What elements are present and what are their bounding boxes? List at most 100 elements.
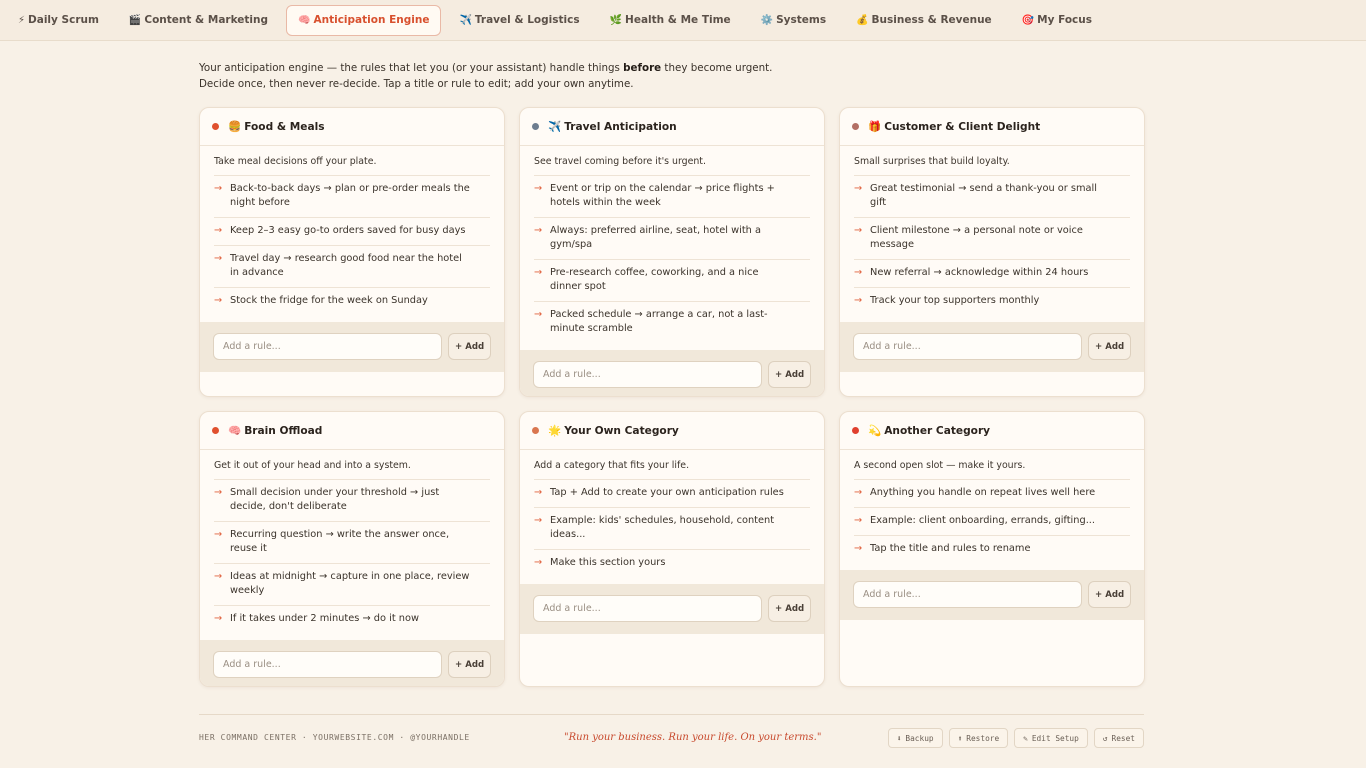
card-title[interactable]: 🎁 Customer & Client Delight (868, 120, 1040, 133)
rule-item[interactable]: → Ideas at midnight → capture in one plac… (214, 564, 490, 606)
arrow-right-icon: → (214, 487, 223, 498)
add-rule-input[interactable] (213, 651, 443, 678)
reset-button[interactable]: ↺ Reset (1093, 728, 1144, 748)
add-rule-input[interactable] (533, 361, 763, 388)
arrow-right-icon: → (214, 295, 223, 306)
rule-item[interactable]: → Track your top supporters monthly (854, 288, 1130, 315)
rule-item[interactable]: → If it takes under 2 minutes → do it now (214, 606, 490, 633)
rule-text: New referral → acknowledge within 24 hou… (870, 267, 1089, 278)
rule-text: If it takes under 2 minutes → do it now (230, 613, 420, 624)
tab-content-marketing[interactable]: 🎬 Content & Marketing (117, 5, 280, 36)
arrow-right-icon: → (214, 529, 223, 540)
rule-text: Make this section yours (550, 557, 666, 568)
rule-item[interactable]: → Packed schedule → arrange a car, not a … (534, 302, 810, 343)
rule-item[interactable]: → Always: preferred airline, seat, hotel … (534, 218, 810, 260)
add-rule-button[interactable]: + Add (448, 333, 491, 360)
add-rule-input[interactable] (853, 333, 1083, 360)
arrow-right-icon: → (854, 295, 863, 306)
rule-item[interactable]: → Event or trip on the calendar → price f… (534, 176, 810, 218)
rule-item[interactable]: → Example: client onboarding, errands, gi… (854, 508, 1130, 536)
status-dot (852, 123, 859, 130)
restore-button[interactable]: ⬆ Restore (948, 728, 1009, 748)
tab-travel-logistics[interactable]: ✈️ Travel & Logistics (447, 5, 591, 36)
tab-label: Travel & Logistics (474, 14, 580, 26)
rule-text: Client milestone → a personal note or vo… (870, 225, 1083, 250)
tab-anticipation-engine[interactable]: 🧠 Anticipation Engine (286, 4, 442, 36)
footer-brand: HER COMMAND CENTER · YOURWEBSITE.COM · @… (199, 733, 470, 742)
arrow-right-icon: → (534, 267, 543, 278)
card-title[interactable]: 🌟 Your Own Category (548, 424, 679, 437)
add-rule-button[interactable]: + Add (448, 651, 491, 678)
rule-item[interactable]: → Tap the title and rules to rename (854, 536, 1130, 563)
rule-item[interactable]: → Small decision under your threshold → j… (214, 480, 490, 522)
tab-health-me-time[interactable]: 🌿 Health & Me Time (598, 5, 743, 36)
intro-text: Your anticipation engine — the rules tha… (199, 60, 799, 92)
tab-label: Business & Revenue (871, 14, 992, 26)
rule-item[interactable]: → Back-to-back days → plan or pre-order m… (214, 176, 490, 218)
rule-item[interactable]: → Great testimonial → send a thank-you or… (854, 176, 1130, 218)
star-icon: 🌟 (548, 425, 562, 437)
arrow-right-icon: → (534, 183, 543, 194)
arrow-right-icon: → (214, 183, 223, 194)
add-rule-button[interactable]: + Add (768, 361, 811, 388)
intro-emphasis: before (623, 62, 662, 74)
card-title[interactable]: 🍔 Food & Meals (228, 120, 325, 133)
rule-item[interactable]: → Anything you handle on repeat lives wel… (854, 480, 1130, 508)
rule-item[interactable]: → Example: kids' schedules, household, co… (534, 508, 810, 550)
status-dot (852, 427, 859, 434)
arrow-right-icon: → (534, 515, 543, 526)
intro-part: Your anticipation engine — the rules tha… (199, 62, 624, 74)
card-another-category: 💫 Another Category A second open slot — m… (839, 411, 1145, 687)
rule-text: Ideas at midnight → capture in one place… (230, 571, 470, 596)
rule-text: Back-to-back days → plan or pre-order me… (230, 183, 470, 208)
tab-my-focus[interactable]: 🎯 My Focus (1010, 5, 1104, 36)
add-rule-row: + Add (520, 350, 824, 396)
card-description: Small surprises that build loyalty. (854, 156, 1130, 176)
edit-setup-button[interactable]: ✎ Edit Setup (1014, 728, 1088, 748)
add-rule-button[interactable]: + Add (768, 595, 811, 622)
add-rule-input[interactable] (533, 595, 763, 622)
card-title[interactable]: 💫 Another Category (868, 424, 990, 437)
brain-icon: 🧠 (298, 14, 311, 26)
arrow-right-icon: → (534, 309, 543, 320)
rule-text: Packed schedule → arrange a car, not a l… (550, 309, 768, 334)
rule-item[interactable]: → Recurring question → write the answer o… (214, 522, 490, 564)
rule-text: Stock the fridge for the week on Sunday (230, 295, 428, 306)
rule-item[interactable]: → Make this section yours (534, 550, 810, 577)
tab-label: Content & Marketing (144, 14, 269, 26)
tab-business-revenue[interactable]: 💰 Business & Revenue (844, 5, 1004, 36)
brain-icon: 🧠 (228, 425, 242, 437)
add-rule-button[interactable]: + Add (1088, 333, 1131, 360)
card-title-text: Customer & Client Delight (884, 121, 1041, 133)
tab-systems[interactable]: ⚙️ Systems (749, 5, 838, 36)
card-title[interactable]: ✈️ Travel Anticipation (548, 120, 677, 133)
card-description: Take meal decisions off your plate. (214, 156, 490, 176)
backup-button[interactable]: ⬇ Backup (887, 728, 943, 748)
tab-label: Systems (776, 14, 827, 26)
card-title[interactable]: 🧠 Brain Offload (228, 424, 322, 437)
rule-text: Recurring question → write the answer on… (230, 529, 450, 554)
rule-item[interactable]: → Travel day → research good food near th… (214, 246, 490, 288)
add-rule-button[interactable]: + Add (1088, 581, 1131, 608)
rule-item[interactable]: → New referral → acknowledge within 24 ho… (854, 260, 1130, 288)
rule-text: Example: kids' schedules, household, con… (550, 515, 775, 540)
card-header: 🌟 Your Own Category (520, 412, 824, 450)
herb-icon: 🌿 (609, 14, 623, 26)
download-icon: ⬇ (896, 733, 902, 743)
rule-item[interactable]: → Client milestone → a personal note or v… (854, 218, 1130, 260)
rule-item[interactable]: → Stock the fridge for the week on Sunday (214, 288, 490, 315)
rule-item[interactable]: → Pre-research coffee, coworking, and a n… (534, 260, 810, 302)
rule-item[interactable]: → Keep 2–3 easy go-to orders saved for bu… (214, 218, 490, 246)
tab-label: My Focus (1037, 14, 1092, 26)
add-rule-row: + Add (200, 322, 504, 372)
status-dot (212, 427, 219, 434)
arrow-right-icon: → (534, 225, 543, 236)
airplane-icon: ✈️ (548, 121, 562, 133)
add-rule-input[interactable] (853, 581, 1083, 608)
arrow-right-icon: → (854, 543, 863, 554)
card-title-text: Another Category (884, 425, 991, 437)
card-body: See travel coming before it's urgent. → E… (520, 146, 824, 350)
rule-item[interactable]: → Tap + Add to create your own anticipati… (534, 480, 810, 508)
add-rule-input[interactable] (213, 333, 443, 360)
tab-daily-scrum[interactable]: ⚡ Daily Scrum (6, 5, 111, 36)
